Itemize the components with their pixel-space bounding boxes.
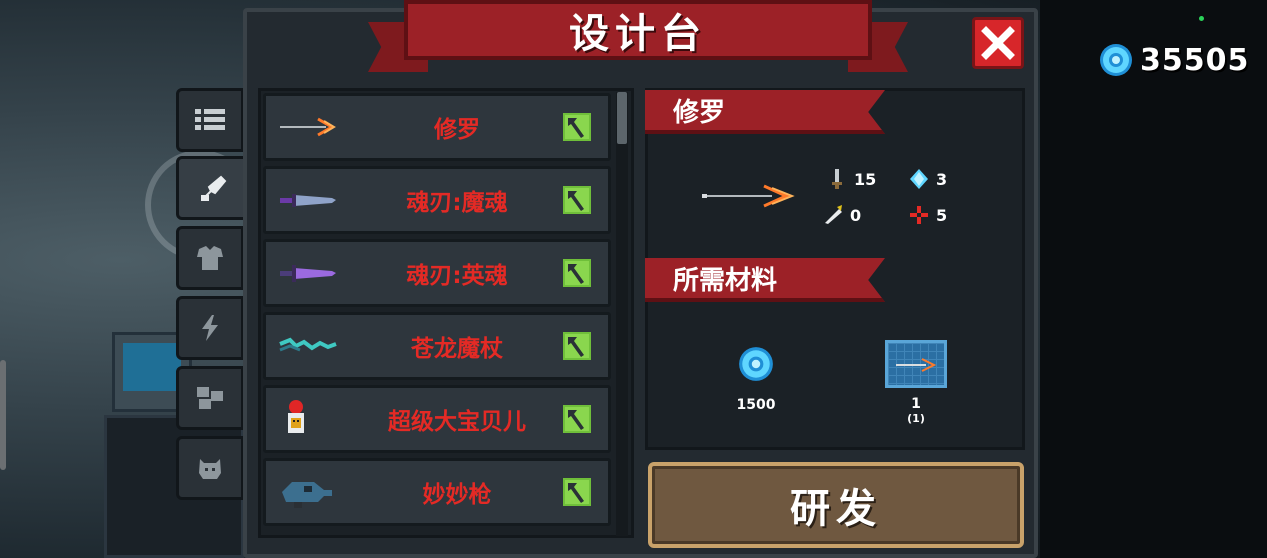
blueprint-icon: [885, 340, 947, 388]
energy-value: 3: [936, 169, 948, 189]
tab-skills[interactable]: [176, 296, 244, 360]
list-item[interactable]: 妙妙枪: [263, 458, 611, 526]
gem-coin-icon: [739, 347, 773, 381]
sword-icon: [832, 169, 842, 189]
list-item[interactable]: 修罗: [263, 93, 611, 161]
weapon-icon: [201, 175, 227, 201]
hammer-icon: [563, 405, 591, 433]
violet-blade-icon: [280, 265, 336, 282]
gem-coin-icon: [1100, 44, 1132, 76]
tab-weapons[interactable]: [176, 156, 248, 220]
blocks-icon: [197, 387, 223, 409]
cat-gun-icon: [282, 482, 332, 508]
bow-arrow-icon: [280, 117, 336, 137]
item-name: 超级大宝贝儿: [388, 409, 526, 435]
armor-icon: [197, 246, 223, 270]
energy-crystal-icon: [910, 169, 928, 189]
page-title: 设计台: [569, 11, 707, 57]
material-blueprint-owned: (1): [907, 412, 925, 425]
dragon-staff-icon: [279, 337, 337, 352]
pet-icon: [199, 459, 221, 479]
close-button[interactable]: [972, 17, 1024, 69]
hammer-icon: [563, 259, 591, 287]
research-button[interactable]: 研发: [648, 462, 1024, 548]
research-label: 研发: [790, 486, 882, 532]
list-icon: [195, 109, 225, 130]
accuracy-stat: 5: [908, 204, 947, 226]
background-pillar: [0, 360, 6, 470]
material-coin-amount: 1500: [736, 397, 776, 413]
item-name: 苍龙魔杖: [411, 336, 503, 362]
hammer-icon: [563, 113, 591, 141]
tab-list[interactable]: [176, 88, 244, 152]
material-blueprint-amount: 1: [911, 396, 921, 412]
tab-armor[interactable]: [176, 226, 244, 290]
list-item[interactable]: 魂刃:英魂: [263, 239, 611, 307]
materials-title: 所需材料: [673, 265, 778, 296]
selected-weapon-icon: [702, 184, 795, 208]
energy-stat: 3: [908, 168, 947, 190]
attack-stat: 15: [826, 168, 876, 190]
tab-plants[interactable]: [176, 366, 244, 430]
list-item[interactable]: 苍龙魔杖: [263, 312, 611, 380]
background-dark-area: [1040, 0, 1267, 558]
title-banner: 设计台: [368, 0, 908, 76]
critical-icon: [825, 205, 842, 224]
hammer-icon: [563, 186, 591, 214]
critical-stat: 0: [822, 204, 861, 226]
accuracy-value: 5: [936, 205, 948, 225]
scroll-thumb[interactable]: [617, 92, 627, 144]
lightning-icon: [202, 315, 218, 341]
item-name: 魂刃:英魂: [406, 263, 508, 289]
tab-pets[interactable]: [176, 436, 244, 500]
list-item[interactable]: 魂刃:魔魂: [263, 166, 611, 234]
selected-item-name: 修罗: [673, 97, 726, 128]
attack-value: 15: [854, 169, 877, 189]
item-name: 妙妙枪: [422, 482, 492, 508]
hammer-icon: [563, 478, 591, 506]
bomb-robot-icon: [288, 400, 304, 433]
item-name: 修罗: [434, 117, 480, 143]
close-icon: [981, 26, 1015, 60]
purple-blade-icon: [280, 194, 336, 207]
list-scrollbar[interactable]: [616, 92, 628, 536]
selected-item-banner: 修罗: [645, 90, 885, 134]
materials-banner: 所需材料: [645, 258, 885, 302]
status-dot: [1199, 16, 1204, 21]
item-name: 魂刃:魔魂: [406, 190, 508, 216]
list-item[interactable]: 超级大宝贝儿: [263, 385, 611, 453]
currency-amount: 35505: [1140, 42, 1250, 78]
item-list[interactable]: 修罗 魂刃:魔魂 魂刃:英魂 苍龙魔杖 超级大宝贝儿 妙妙枪: [258, 88, 634, 538]
crosshair-icon: [910, 206, 928, 224]
hammer-icon: [563, 332, 591, 360]
currency-display: 35505: [1098, 42, 1249, 78]
critical-value: 0: [850, 205, 862, 225]
